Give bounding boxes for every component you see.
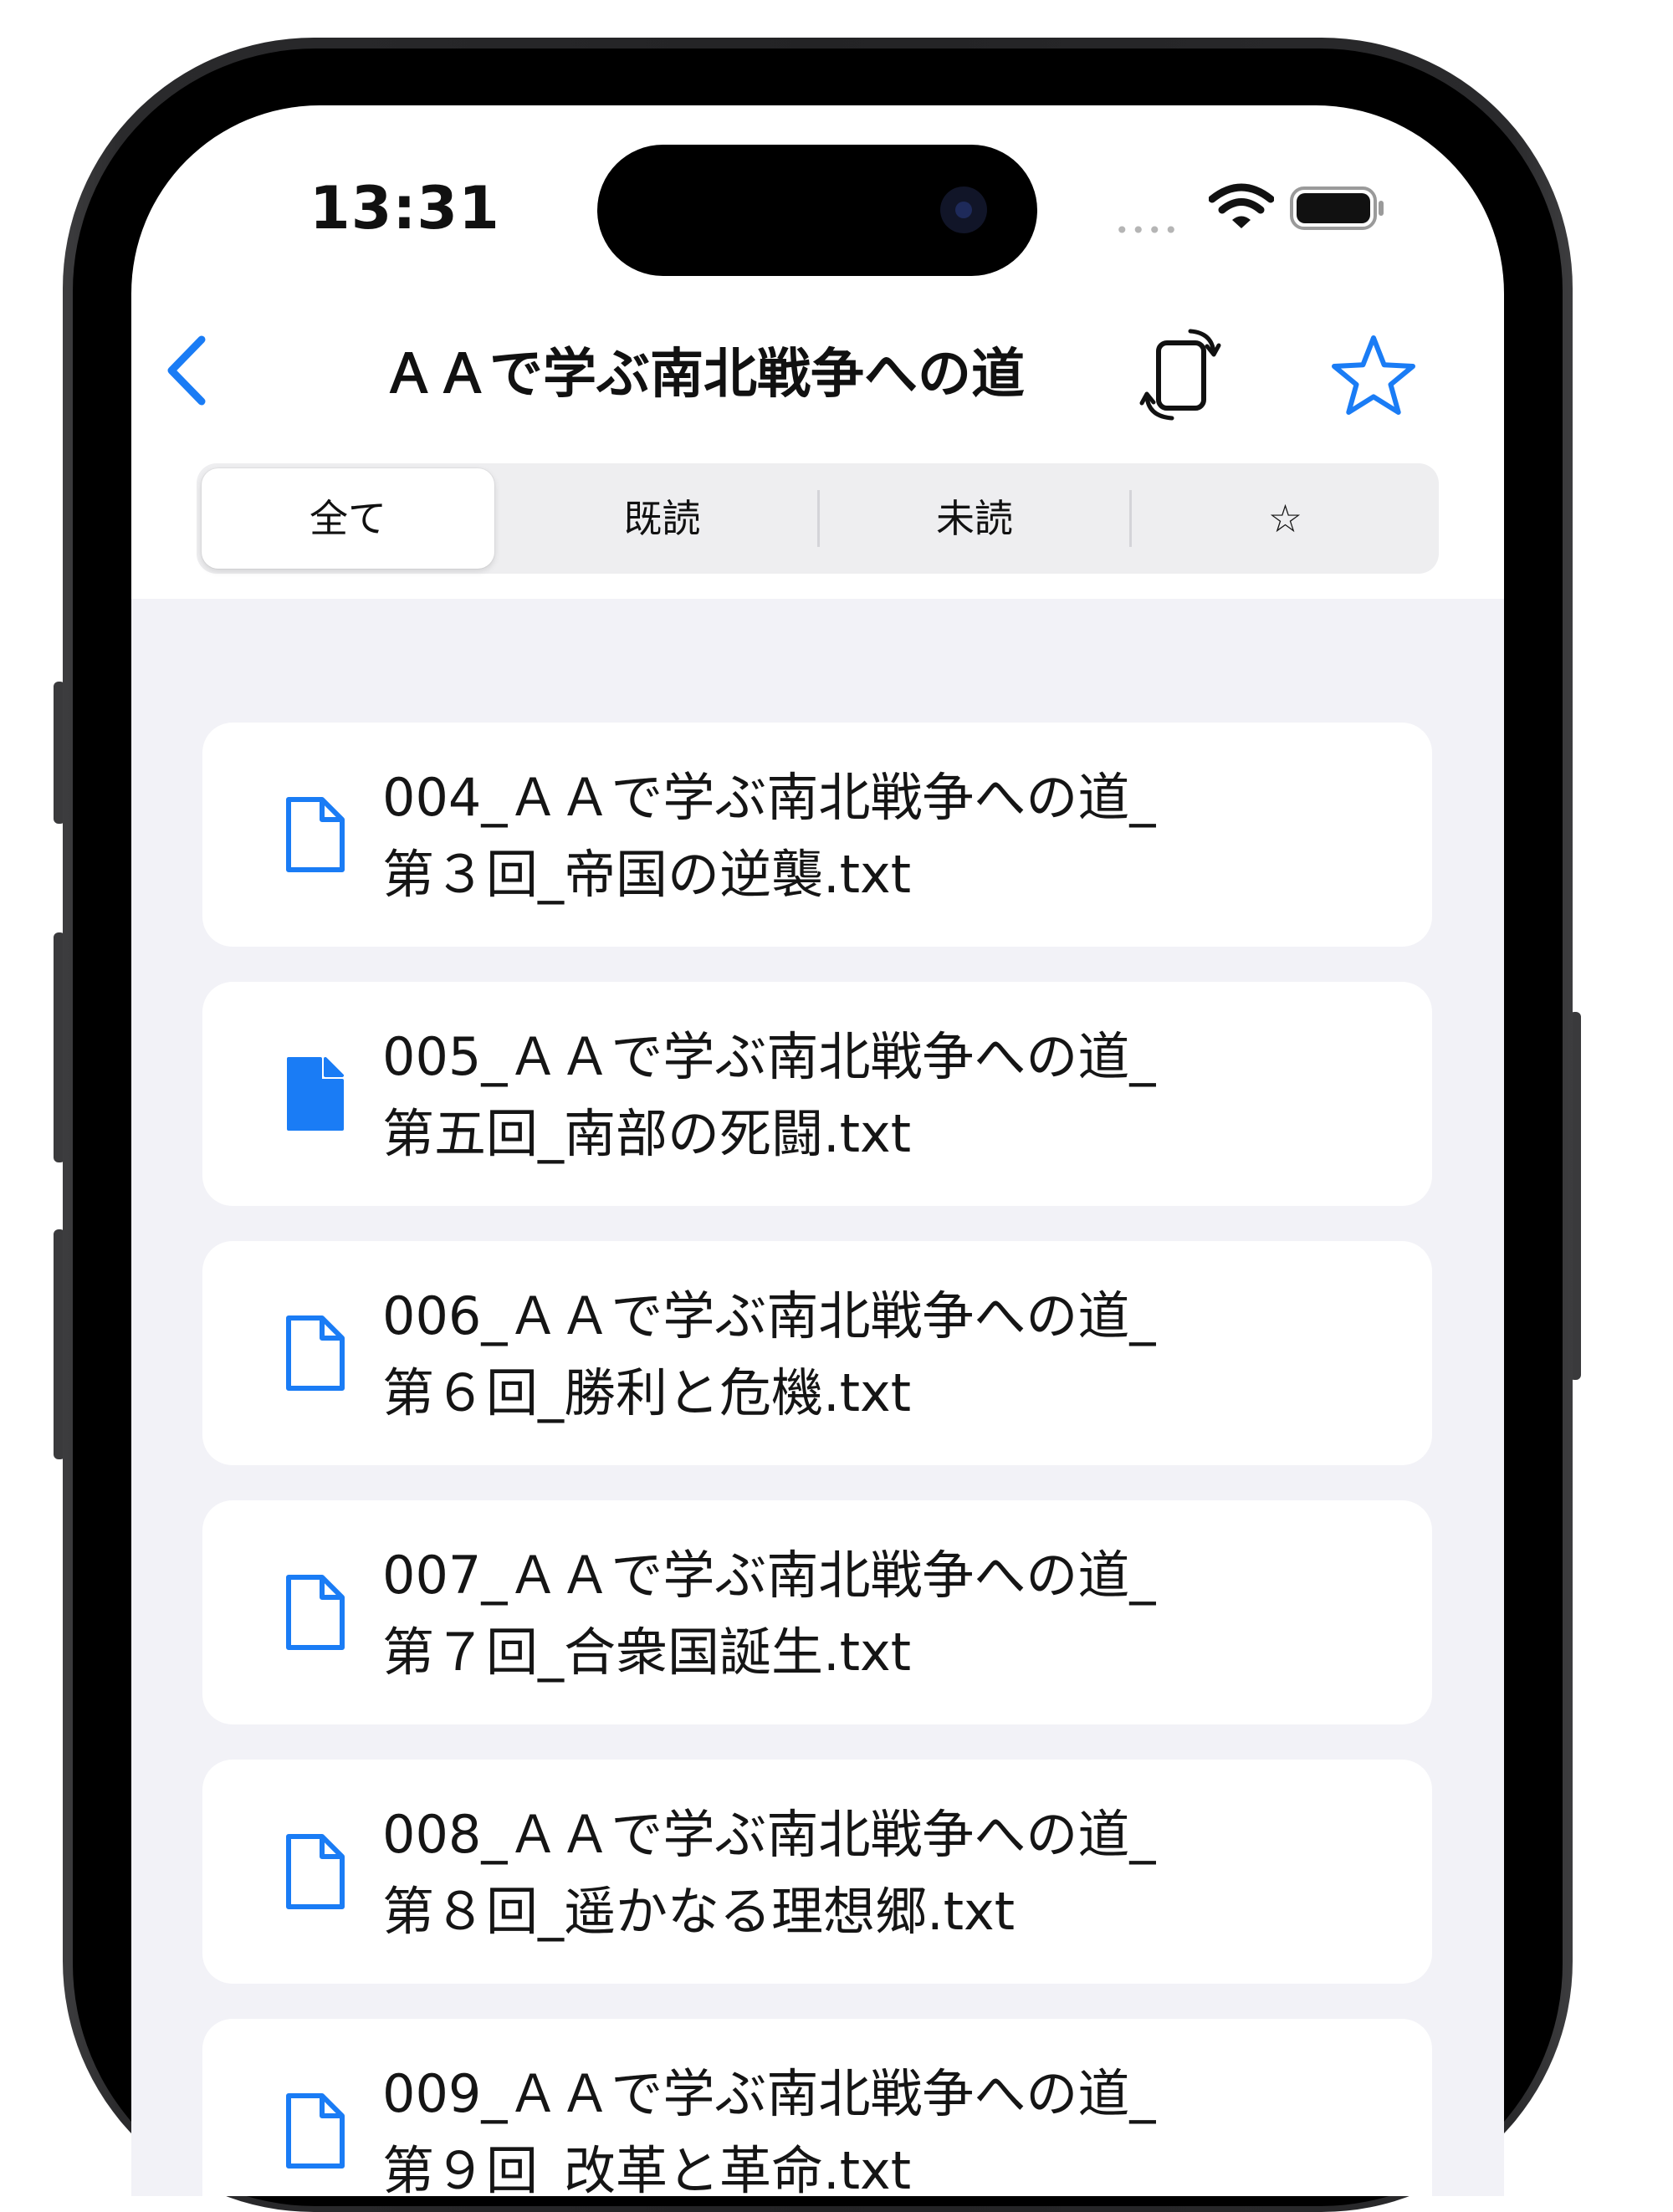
document-outline-icon — [286, 797, 345, 872]
document-filled-icon — [287, 1057, 344, 1131]
file-name-line1: 006_ＡＡで学ぶ南北戦争への道_ — [382, 1285, 1156, 1346]
file-name-line1: 008_ＡＡで学ぶ南北戦争への道_ — [382, 1804, 1156, 1865]
file-list-item[interactable]: 006_ＡＡで学ぶ南北戦争への道_ 第６回_勝利と危機.txt — [202, 1241, 1432, 1465]
file-name: 009_ＡＡで学ぶ南北戦争への道_ 第９回_改革と革命.txt — [382, 2056, 1386, 2196]
file-name-line2: 第７回_合衆国誕生.txt — [382, 1622, 912, 1683]
segment-read[interactable]: 既読 — [507, 463, 817, 574]
segment-all[interactable]: 全て — [202, 468, 494, 569]
file-name-line2: 第９回_改革と革命.txt — [382, 2140, 912, 2196]
status-time: 13:31 — [310, 174, 500, 243]
filter-segmented-control: 全て 既読 未読 ☆ — [197, 463, 1439, 574]
file-list-item[interactable]: 009_ＡＡで学ぶ南北戦争への道_ 第９回_改革と革命.txt — [202, 2019, 1432, 2196]
segment-unread[interactable]: 未読 — [820, 463, 1129, 574]
file-name: 005_ＡＡで学ぶ南北戦争への道_ 第五回_南部の死闘.txt — [382, 1019, 1386, 1172]
file-name-line1: 009_ＡＡで学ぶ南北戦争への道_ — [382, 2063, 1156, 2124]
back-chevron-icon[interactable] — [161, 333, 210, 408]
file-name-line2: 第３回_帝国の逆襲.txt — [382, 844, 912, 905]
file-list-item[interactable]: 008_ＡＡで学ぶ南北戦争への道_ 第８回_遥かなる理想郷.txt — [202, 1760, 1432, 1984]
file-list-item[interactable]: 004_ＡＡで学ぶ南北戦争への道_ 第３回_帝国の逆襲.txt — [202, 723, 1432, 947]
dynamic-island — [597, 145, 1037, 276]
file-name: 006_ＡＡで学ぶ南北戦争への道_ 第６回_勝利と危機.txt — [382, 1278, 1386, 1432]
battery-icon — [1290, 186, 1384, 230]
file-name-line1: 005_ＡＡで学ぶ南北戦争への道_ — [382, 1026, 1156, 1087]
wifi-icon — [1209, 183, 1274, 228]
cellular-signal-icon: •••• — [1115, 217, 1181, 244]
document-outline-icon — [286, 1315, 345, 1391]
file-name-line2: 第五回_南部の死闘.txt — [382, 1103, 912, 1164]
file-name-line1: 007_ＡＡで学ぶ南北戦争への道_ — [382, 1545, 1156, 1606]
file-name-line1: 004_ＡＡで学ぶ南北戦争への道_ — [382, 767, 1156, 828]
file-name-line2: 第６回_勝利と危機.txt — [382, 1362, 912, 1423]
file-name: 007_ＡＡで学ぶ南北戦争への道_ 第７回_合衆国誕生.txt — [382, 1537, 1386, 1691]
file-list: 004_ＡＡで学ぶ南北戦争への道_ 第３回_帝国の逆襲.txt 005_ＡＡで学… — [131, 599, 1504, 2196]
file-name-line2: 第８回_遥かなる理想郷.txt — [382, 1881, 1016, 1942]
document-outline-icon — [286, 2093, 345, 2169]
rotate-device-icon[interactable] — [1135, 319, 1227, 428]
document-outline-icon — [286, 1834, 345, 1909]
page-title: ＡＡで学ぶ南北戦争への道 — [382, 344, 1025, 406]
phone-screen: 13:31 •••• ＡＡで学ぶ南北戦争への道 全て 既読 未読 ☆ 004_Ａ… — [131, 105, 1504, 2196]
file-name: 004_ＡＡで学ぶ南北戦争への道_ 第３回_帝国の逆襲.txt — [382, 759, 1386, 913]
file-list-item[interactable]: 005_ＡＡで学ぶ南北戦争への道_ 第五回_南部の死闘.txt — [202, 982, 1432, 1206]
document-outline-icon — [286, 1575, 345, 1650]
favorite-star-icon[interactable] — [1328, 331, 1420, 423]
front-camera-icon — [940, 186, 987, 233]
file-name: 008_ＡＡで学ぶ南北戦争への道_ 第８回_遥かなる理想郷.txt — [382, 1796, 1386, 1950]
file-list-item[interactable]: 007_ＡＡで学ぶ南北戦争への道_ 第７回_合衆国誕生.txt — [202, 1500, 1432, 1724]
segment-favorites[interactable]: ☆ — [1132, 463, 1439, 574]
